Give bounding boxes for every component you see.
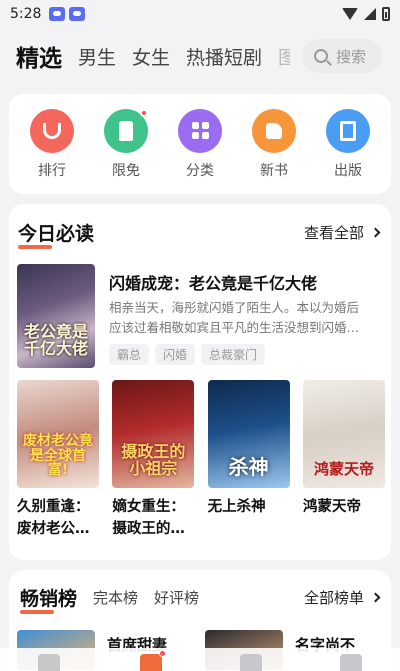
community-icon[interactable] — [240, 654, 262, 671]
notification-dot — [159, 650, 166, 657]
game-app-icon — [49, 7, 66, 21]
tab-bestseller[interactable]: 畅销榜 — [20, 584, 77, 614]
search-icon — [314, 49, 328, 63]
book-item[interactable]: 废材老公竟是全球首富! 久别重逢：废材老公… — [17, 380, 99, 540]
cover-title: 老公竟是千亿大佬 — [23, 322, 88, 359]
tab-female[interactable]: 女生 — [132, 43, 170, 70]
tab-male[interactable]: 男生 — [78, 43, 116, 70]
book-cover[interactable]: 老公竟是千亿大佬 — [17, 264, 95, 368]
book-item[interactable]: 杀神 无上杀神 — [207, 380, 290, 540]
quick-link-new-books[interactable]: 新书 — [244, 108, 304, 180]
signal-icon — [364, 8, 376, 20]
category-grid-icon — [178, 108, 222, 153]
section-title: 今日必读 — [18, 219, 94, 249]
bookstore-icon[interactable] — [140, 650, 166, 671]
book-title[interactable]: 久别重逢：废材老公… — [17, 496, 99, 540]
profile-icon[interactable] — [340, 654, 362, 671]
bookshelf-icon[interactable] — [38, 654, 60, 671]
book-description: 相亲当天，海彤就闪婚了陌生人。本以为婚后应该过着相敬如宾且平凡的生活没想到闪婚… — [109, 300, 360, 335]
battery-icon — [382, 7, 390, 21]
daily-picks-card: 今日必读 查看全部 老公竟是千亿大佬 闪婚成宠：老公竟是千亿大佬 相亲当天，海彤… — [9, 204, 391, 560]
book-cover[interactable]: 废材老公竟是全球首富! — [17, 380, 99, 488]
top-tab-bar: 精选 男生 女生 热播短剧 图 搜索 — [0, 30, 400, 82]
tag[interactable]: 闪婚 — [155, 344, 196, 365]
book-cover[interactable]: 杀神 — [207, 380, 290, 488]
section-header: 畅销榜 完本榜 好评榜 全部榜单 — [9, 584, 391, 614]
section-header: 今日必读 查看全部 — [9, 204, 391, 260]
bottom-nav — [0, 648, 400, 671]
cover-title: 摄政王的小祖宗 — [121, 442, 186, 479]
tab-featured[interactable]: 精选 — [16, 39, 62, 73]
quick-link-label: 限免 — [112, 162, 140, 179]
book-title[interactable]: 无上杀神 — [208, 496, 290, 518]
tab-top-rated[interactable]: 好评榜 — [154, 587, 199, 608]
notification-dot — [140, 108, 148, 117]
quick-link-label: 新书 — [260, 162, 288, 179]
book-title[interactable]: 嫡女重生：摄政王的… — [112, 496, 194, 540]
book-grid: 废材老公竟是全球首富! 久别重逢：废材老公… 摄政王的小祖宗 嫡女重生：摄政王的… — [17, 380, 385, 540]
featured-book[interactable]: 老公竟是千亿大佬 闪婚成宠：老公竟是千亿大佬 相亲当天，海彤就闪婚了陌生人。本以… — [17, 264, 377, 370]
see-all-link[interactable]: 查看全部 — [303, 222, 381, 243]
all-rankings-link[interactable]: 全部榜单 — [303, 587, 381, 608]
quick-link-label: 分类 — [186, 162, 214, 179]
trophy-icon — [30, 108, 74, 153]
wifi-icon — [342, 8, 358, 20]
cover-title: 杀神 — [228, 455, 269, 479]
book-cover[interactable]: 摄政王的小祖宗 — [112, 380, 195, 488]
book-item[interactable]: 鸿蒙天帝 鸿蒙天帝 — [302, 380, 385, 540]
quick-link-label: 出版 — [334, 162, 362, 179]
cover-title: 废材老公竟是全球首富! — [23, 432, 93, 479]
quick-link-free[interactable]: 限免 — [96, 108, 156, 180]
book-cover[interactable]: 鸿蒙天帝 — [302, 380, 385, 488]
book-icon — [326, 108, 370, 153]
all-rankings-label: 全部榜单 — [303, 589, 364, 607]
tab-short-drama[interactable]: 热播短剧 — [186, 43, 262, 70]
tab-completed[interactable]: 完本榜 — [93, 587, 138, 608]
chevron-right-icon — [370, 227, 381, 237]
game-app-icon — [69, 7, 86, 21]
tag-list: 霸总 闪婚 总裁豪门 — [109, 344, 266, 365]
tab-more[interactable]: 图 — [278, 43, 290, 70]
book-item[interactable]: 摄政王的小祖宗 嫡女重生：摄政王的… — [112, 380, 195, 540]
book-title[interactable]: 鸿蒙天帝 — [303, 496, 385, 518]
thumbs-up-icon — [252, 108, 296, 153]
quick-link-published[interactable]: 出版 — [318, 108, 378, 180]
quick-link-label: 排行 — [38, 162, 66, 179]
quick-link-category[interactable]: 分类 — [170, 108, 230, 180]
cover-title: 鸿蒙天帝 — [313, 460, 374, 479]
status-bar: 5:28 — [0, 0, 400, 28]
price-tag-icon — [104, 108, 148, 153]
search-box[interactable]: 搜索 — [302, 39, 382, 73]
chevron-right-icon — [370, 592, 381, 603]
see-all-label: 查看全部 — [303, 223, 364, 242]
clock: 5:28 — [10, 6, 42, 22]
book-title[interactable]: 闪婚成宠：老公竟是千亿大佬 — [109, 270, 377, 294]
quick-link-ranking[interactable]: 排行 — [22, 108, 82, 180]
tag[interactable]: 霸总 — [109, 344, 150, 365]
search-placeholder: 搜索 — [336, 47, 367, 66]
tag[interactable]: 总裁豪门 — [201, 344, 266, 365]
quick-links-card: 排行 限免 分类 新书 出版 — [9, 94, 391, 194]
